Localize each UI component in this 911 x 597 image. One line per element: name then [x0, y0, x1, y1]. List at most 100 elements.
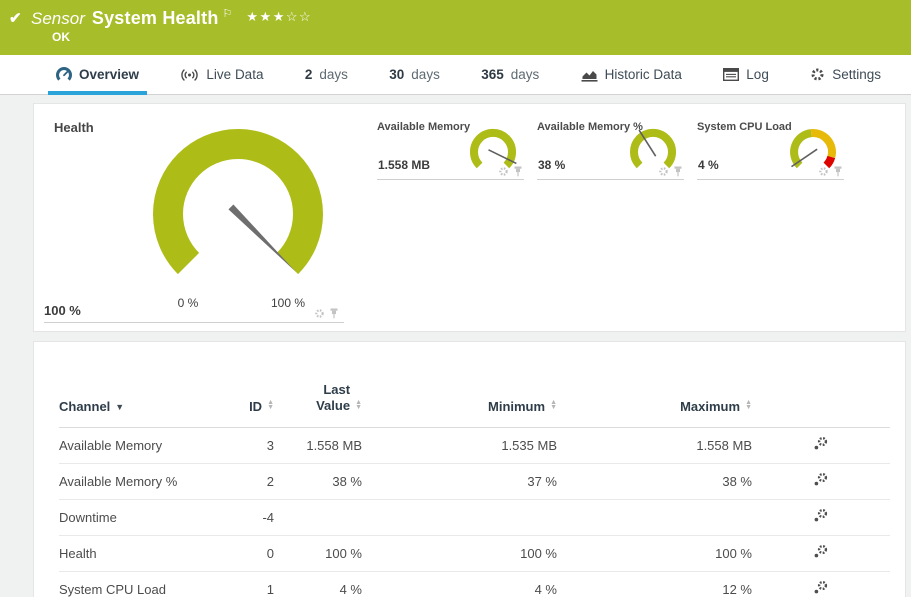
tab-30-days[interactable]: 30 days — [389, 55, 440, 94]
gauge-scale-min-label: 0 % — [166, 296, 210, 310]
channel-name-cell: Available Memory — [59, 428, 217, 464]
channels-table: Channel▼ ID▲▼ Last Value▲▼ Minimum▲▼ Max… — [59, 356, 890, 597]
tab-unit-label: days — [511, 67, 540, 82]
mini-gauge-value: 38 % — [538, 158, 565, 172]
channel-settings-icon[interactable] — [813, 508, 829, 523]
column-header-last-value[interactable]: Last Value▲▼ — [274, 356, 362, 428]
status-ok-check-icon: ✔ — [9, 9, 22, 27]
tab-label: Settings — [832, 67, 881, 82]
last-value-cell — [274, 500, 362, 536]
health-gauge — [138, 124, 338, 294]
sort-icon: ▲▼ — [745, 400, 752, 410]
gauge-scale-max-label: 100 % — [266, 296, 310, 310]
sort-icon: ▲▼ — [550, 400, 557, 410]
page-title: System Health — [92, 8, 219, 28]
last-value-cell: 38 % — [274, 464, 362, 500]
gauge-pin-icon[interactable] — [673, 166, 683, 177]
priority-stars[interactable]: ★★★☆☆ — [246, 9, 312, 24]
minimum-cell: 37 % — [362, 464, 557, 500]
channel-id-cell: 3 — [217, 428, 274, 464]
gauge-settings-gear-icon[interactable] — [658, 166, 669, 177]
maximum-cell: 1.558 MB — [557, 428, 752, 464]
mini-gauge-value: 1.558 MB — [378, 158, 430, 172]
channel-name-cell: Health — [59, 536, 217, 572]
sensor-status-badge: OK — [0, 29, 911, 44]
gear-icon — [810, 67, 825, 82]
minimum-cell — [362, 500, 557, 536]
channel-id-cell: -4 — [217, 500, 274, 536]
table-row: Available Memory % 2 38 % 37 % 38 % — [59, 464, 890, 500]
gauge-settings-gear-icon[interactable] — [818, 166, 829, 177]
table-row: Available Memory 3 1.558 MB 1.535 MB 1.5… — [59, 428, 890, 464]
column-header-maximum[interactable]: Maximum▲▼ — [557, 356, 752, 428]
tab-label: Overview — [79, 67, 139, 82]
gauge-icon — [56, 67, 72, 83]
table-row: System CPU Load 1 4 % 4 % 12 % — [59, 572, 890, 597]
flag-icon: ⚐ — [223, 8, 233, 20]
mini-gauge-card[interactable]: Available Memory % 38 % — [537, 114, 684, 180]
column-header-actions — [752, 356, 890, 428]
column-header-id[interactable]: ID▲▼ — [217, 356, 274, 428]
gauge-value: 100 % — [44, 303, 81, 318]
last-value-cell: 4 % — [274, 572, 362, 597]
sort-icon: ▲▼ — [355, 400, 362, 410]
sort-desc-icon: ▼ — [115, 402, 124, 412]
tab-label: Historic Data — [605, 67, 682, 82]
maximum-cell: 12 % — [557, 572, 752, 597]
object-kind-label: Sensor — [31, 9, 85, 28]
tab-label: Log — [746, 67, 769, 82]
maximum-cell: 38 % — [557, 464, 752, 500]
channel-id-cell: 1 — [217, 572, 274, 597]
channel-id-cell: 0 — [217, 536, 274, 572]
gauge-settings-gear-icon[interactable] — [314, 308, 325, 319]
sort-icon: ▲▼ — [267, 400, 274, 410]
tab-number: 30 — [389, 67, 404, 82]
gauge-pin-icon[interactable] — [329, 308, 339, 319]
gauge-pin-icon[interactable] — [513, 166, 523, 177]
tab-365-days[interactable]: 365 days — [481, 55, 539, 94]
tab-bar: Overview Live Data 2 days 30 days 365 da… — [0, 55, 911, 95]
tab-historic-data[interactable]: Historic Data — [581, 55, 682, 94]
tab-unit-label: days — [319, 67, 348, 82]
minimum-cell: 100 % — [362, 536, 557, 572]
minimum-cell: 4 % — [362, 572, 557, 597]
channel-name-cell: Available Memory % — [59, 464, 217, 500]
tab-number: 2 — [305, 67, 313, 82]
channel-settings-icon[interactable] — [813, 436, 829, 451]
channel-name-cell: Downtime — [59, 500, 217, 536]
tab-label: Live Data — [206, 67, 263, 82]
content-area: Health 0 % 100 % 100 % Available Memory … — [0, 95, 911, 597]
log-icon — [723, 68, 739, 81]
mini-gauge-card[interactable]: System CPU Load 4 % — [697, 114, 844, 180]
column-header-channel[interactable]: Channel▼ — [59, 356, 217, 428]
channels-table-panel: Channel▼ ID▲▼ Last Value▲▼ Minimum▲▼ Max… — [33, 341, 906, 597]
health-gauge-card[interactable]: Health 0 % 100 % 100 % — [44, 112, 344, 323]
mini-gauge-card[interactable]: Available Memory 1.558 MB — [377, 114, 524, 180]
tab-settings[interactable]: Settings — [810, 55, 881, 94]
tab-live-data[interactable]: Live Data — [180, 55, 263, 94]
channel-settings-icon[interactable] — [813, 472, 829, 487]
maximum-cell: 100 % — [557, 536, 752, 572]
channel-name-cell: System CPU Load — [59, 572, 217, 597]
gauge-settings-gear-icon[interactable] — [498, 166, 509, 177]
minimum-cell: 1.535 MB — [362, 428, 557, 464]
column-header-minimum[interactable]: Minimum▲▼ — [362, 356, 557, 428]
mini-gauge-value: 4 % — [698, 158, 719, 172]
channel-settings-icon[interactable] — [813, 544, 829, 559]
table-row: Downtime -4 — [59, 500, 890, 536]
last-value-cell: 1.558 MB — [274, 428, 362, 464]
table-row: Health 0 100 % 100 % 100 % — [59, 536, 890, 572]
chart-icon — [581, 68, 598, 82]
gauges-panel: Health 0 % 100 % 100 % Available Memory … — [33, 103, 906, 332]
channel-settings-icon[interactable] — [813, 580, 829, 595]
gauge-pin-icon[interactable] — [833, 166, 843, 177]
maximum-cell — [557, 500, 752, 536]
tab-overview[interactable]: Overview — [56, 55, 139, 94]
broadcast-icon — [180, 68, 199, 82]
table-header-row: Channel▼ ID▲▼ Last Value▲▼ Minimum▲▼ Max… — [59, 356, 890, 428]
sensor-header: ✔ Sensor System Health ⚐ ★★★☆☆ OK — [0, 0, 911, 55]
last-value-cell: 100 % — [274, 536, 362, 572]
tab-log[interactable]: Log — [723, 55, 769, 94]
tab-2-days[interactable]: 2 days — [305, 55, 348, 94]
tab-number: 365 — [481, 67, 504, 82]
